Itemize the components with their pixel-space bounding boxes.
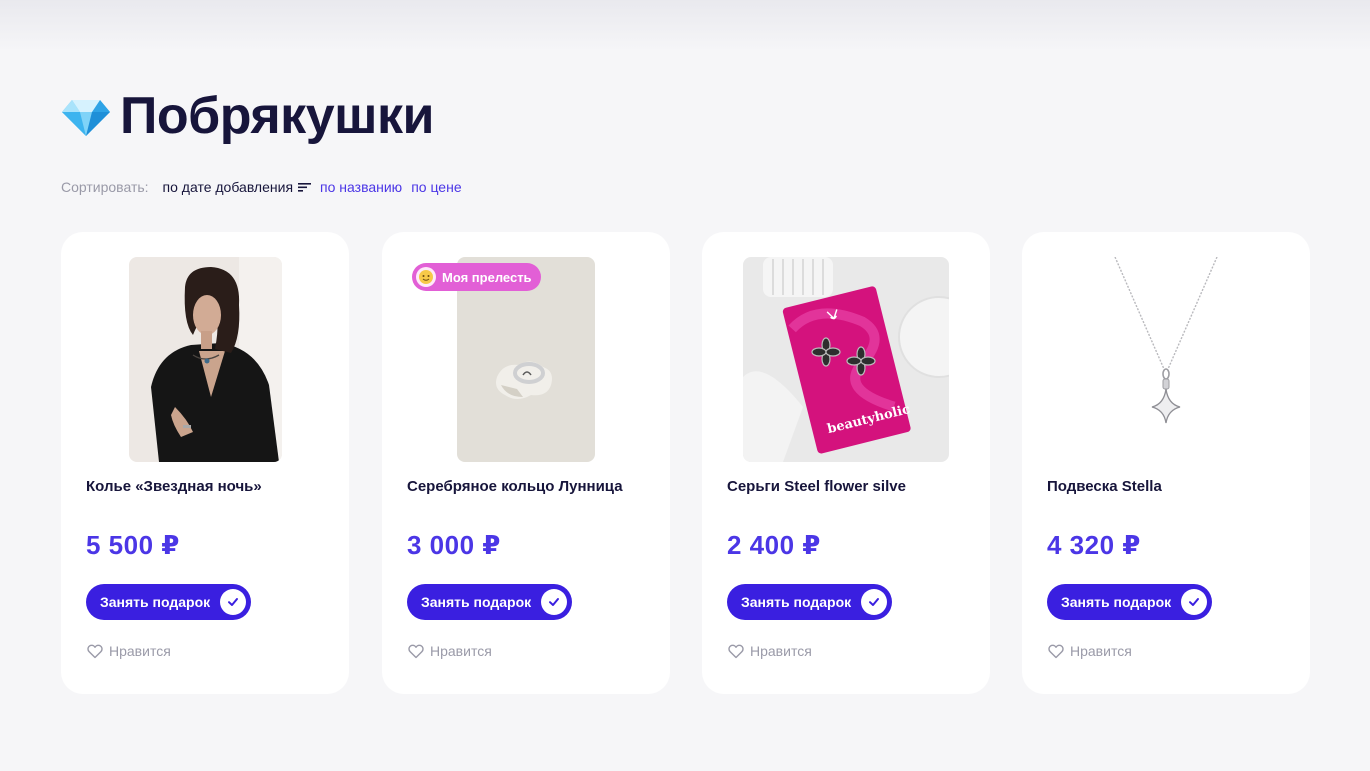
product-name[interactable]: Колье «Звездная ночь» <box>86 478 336 495</box>
reserve-gift-label: Занять подарок <box>1061 594 1172 610</box>
product-name[interactable]: Серебряное кольцо Лунница <box>407 478 657 495</box>
page-title: Побрякушки <box>120 87 434 145</box>
heart-icon <box>1048 644 1064 658</box>
gem-icon <box>62 100 110 136</box>
sort-by-date[interactable]: по дате добавления <box>162 177 312 197</box>
check-icon <box>1181 589 1207 615</box>
check-icon <box>861 589 887 615</box>
sort-by-name[interactable]: по названию <box>320 177 402 197</box>
product-price: 3 000 ₽ <box>407 530 501 560</box>
like-button[interactable]: Нравится <box>728 643 812 659</box>
product-image[interactable] <box>1082 257 1250 462</box>
reserve-gift-label: Занять подарок <box>421 594 532 610</box>
reserve-gift-button[interactable]: Занять подарок <box>1047 584 1212 620</box>
smiling-face-icon <box>416 267 436 287</box>
sort-label: Сортировать: <box>61 179 149 195</box>
heart-icon <box>87 644 103 658</box>
heart-icon <box>408 644 424 658</box>
check-icon <box>541 589 567 615</box>
product-price: 4 320 ₽ <box>1047 530 1141 560</box>
product-card[interactable]: beautyholic Серьги Steel flower silve 2 … <box>702 232 990 694</box>
product-card[interactable]: Моя прелесть Серебряное кольцо Лунница 3… <box>382 232 670 694</box>
top-fade <box>0 0 1370 52</box>
reserve-gift-button[interactable]: Занять подарок <box>727 584 892 620</box>
product-name[interactable]: Подвеска Stella <box>1047 478 1297 495</box>
product-price: 5 500 ₽ <box>86 530 180 560</box>
product-name[interactable]: Серьги Steel flower silve <box>727 478 977 495</box>
product-image[interactable]: beautyholic <box>743 257 949 462</box>
favorite-badge: Моя прелесть <box>412 263 541 291</box>
like-label: Нравится <box>750 643 812 659</box>
favorite-badge-label: Моя прелесть <box>442 269 532 285</box>
like-label: Нравится <box>1070 643 1132 659</box>
like-label: Нравится <box>109 643 171 659</box>
reserve-gift-label: Занять подарок <box>741 594 852 610</box>
sort-by-date-label: по дате добавления <box>162 179 294 195</box>
check-icon <box>220 589 246 615</box>
sort-by-price[interactable]: по цене <box>411 177 461 197</box>
reserve-gift-label: Занять подарок <box>100 594 211 610</box>
product-grid: Колье «Звездная ночь» 5 500 ₽ Занять под… <box>61 232 1311 694</box>
reserve-gift-button[interactable]: Занять подарок <box>407 584 572 620</box>
product-card[interactable]: Колье «Звездная ночь» 5 500 ₽ Занять под… <box>61 232 349 694</box>
sort-bar: Сортировать: по дате добавления по назва… <box>61 177 462 197</box>
sort-order-icon <box>298 183 312 192</box>
heart-icon <box>728 644 744 658</box>
like-button[interactable]: Нравится <box>1048 643 1132 659</box>
product-card[interactable]: Подвеска Stella 4 320 ₽ Занять подарок Н… <box>1022 232 1310 694</box>
reserve-gift-button[interactable]: Занять подарок <box>86 584 251 620</box>
like-label: Нравится <box>430 643 492 659</box>
like-button[interactable]: Нравится <box>87 643 171 659</box>
product-image[interactable] <box>129 257 282 462</box>
like-button[interactable]: Нравится <box>408 643 492 659</box>
page-header: Побрякушки <box>60 86 434 146</box>
product-price: 2 400 ₽ <box>727 530 821 560</box>
